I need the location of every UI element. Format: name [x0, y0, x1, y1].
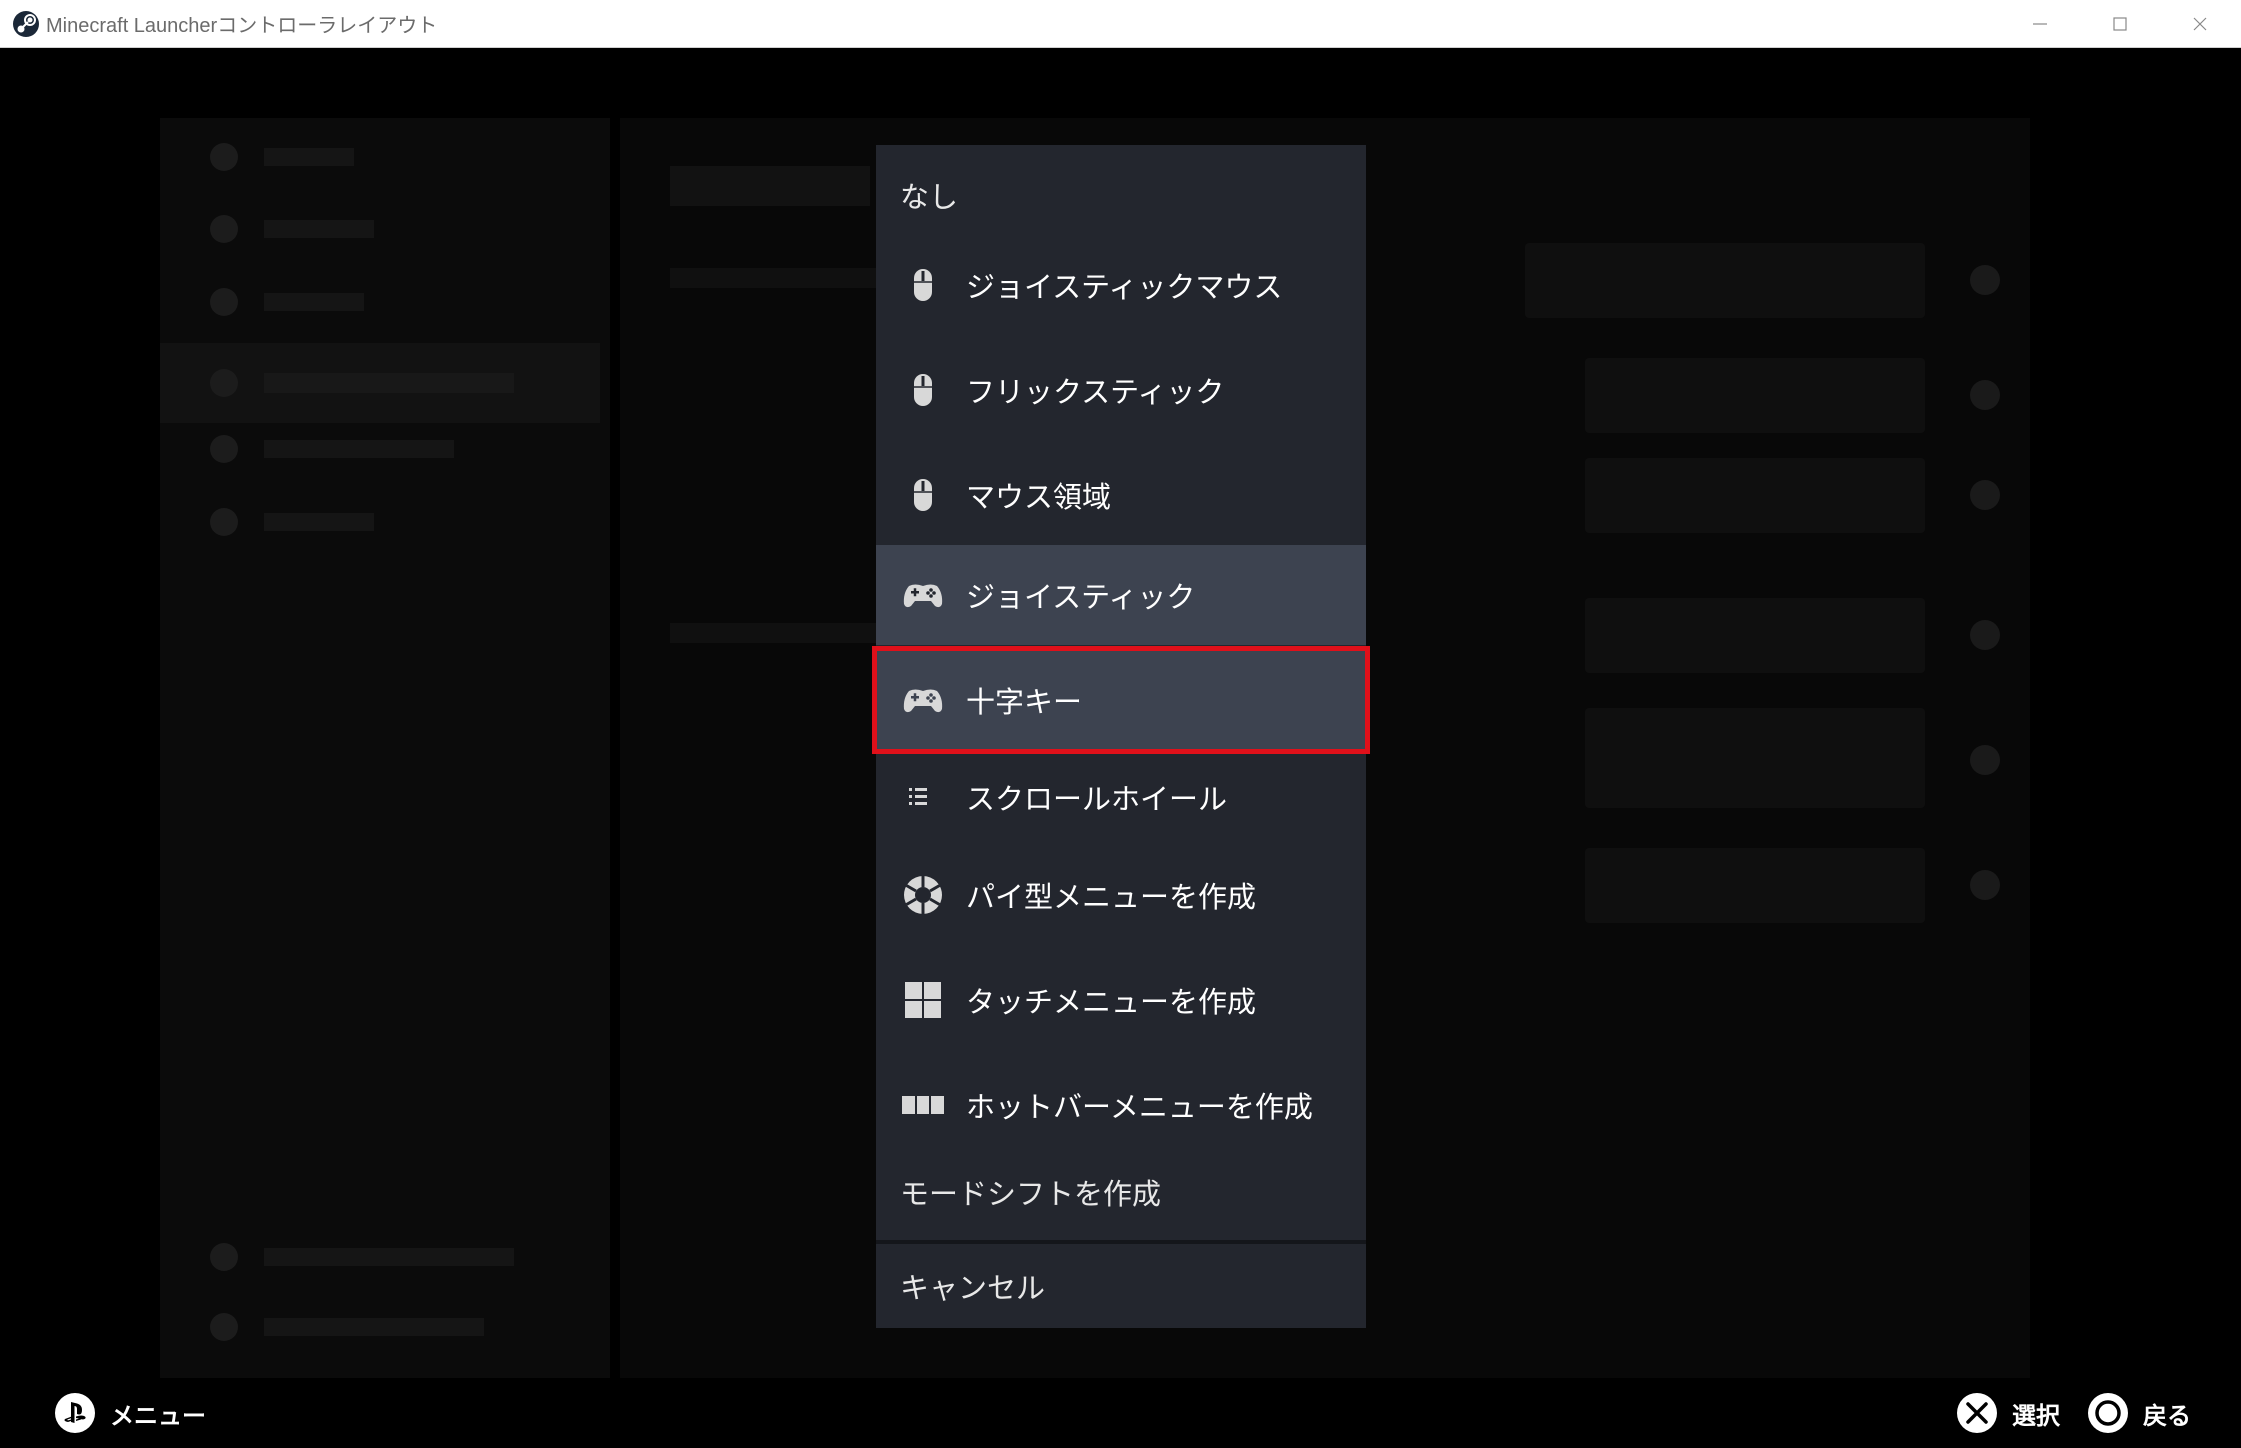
menu-item-label: スクロールホイール — [966, 782, 1228, 816]
background-sidebar-row — [210, 138, 354, 176]
menu-item-create-pie-menu[interactable]: パイ型メニューを作成 — [876, 845, 1366, 945]
bottom-hint-bar: メニュー 選択 戻る — [0, 1378, 2241, 1448]
background-gear — [1970, 265, 2000, 295]
cancel-label: キャンセル — [900, 1271, 1046, 1305]
background-heading — [670, 166, 870, 206]
steam-logo-icon — [13, 10, 39, 37]
background-label — [670, 268, 900, 288]
background-dropdown — [1585, 598, 1925, 673]
menu-item-create-mode-shift[interactable]: モードシフトを作成 — [876, 1147, 1366, 1237]
menu-item-label: マウス領域 — [966, 480, 1112, 514]
background-dropdown — [1585, 458, 1925, 533]
menu-item-create-hotbar-menu[interactable]: ホットバーメニューを作成 — [876, 1055, 1366, 1155]
grid-icon — [900, 977, 946, 1023]
close-button[interactable] — [2160, 0, 2240, 48]
menu-item-joystick-mouse[interactable]: ジョイスティックマウス — [876, 235, 1366, 335]
background-sidebar-row — [210, 1238, 514, 1276]
menu-item-mouse-region[interactable]: マウス領域 — [876, 445, 1366, 545]
title-bar: Minecraft Launcherコントローラレイアウト — [0, 0, 2241, 48]
close-icon — [2193, 17, 2207, 31]
back-hint-label: 戻る — [2143, 1401, 2191, 1430]
menu-item-create-touch-menu[interactable]: タッチメニューを作成 — [876, 950, 1366, 1050]
menu-item-label: ジョイスティック — [966, 580, 1196, 614]
binding-type-menu: なし ジョイスティックマウス フリックスティック マウス領域 ジョイスティック — [872, 145, 1370, 1328]
pie-menu-icon — [900, 872, 946, 918]
controller-layout-window: Minecraft Launcherコントローラレイアウト なし ジョイスティッ… — [0, 0, 2241, 1448]
mouse-icon — [900, 262, 946, 308]
hotbar-icon — [900, 1082, 946, 1128]
playstation-icon — [55, 1393, 95, 1433]
back-hint[interactable]: 戻る — [2087, 1392, 2191, 1434]
menu-hint-label: メニュー — [110, 1401, 206, 1430]
menu-item-label: ジョイスティックマウス — [966, 270, 1283, 304]
background-dropdown — [1585, 848, 1925, 923]
background-sidebar-row — [210, 1308, 484, 1346]
menu-item-label: フリックスティック — [966, 375, 1225, 409]
menu-item-label: 十字キー — [966, 685, 1083, 719]
menu-item-flick-stick[interactable]: フリックスティック — [876, 340, 1366, 440]
maximize-button[interactable] — [2080, 0, 2160, 48]
background-sidebar-row — [210, 283, 364, 321]
circle-button-icon — [2088, 1393, 2128, 1433]
menu-item-dpad[interactable]: 十字キー — [872, 646, 1370, 754]
menu-item-label: なし — [900, 180, 959, 214]
background-sidebar-row — [210, 210, 374, 248]
list-icon — [900, 774, 946, 820]
cancel-button[interactable]: キャンセル — [876, 1244, 1366, 1328]
menu-hint[interactable]: メニュー — [54, 1392, 206, 1434]
background-sidebar-row — [210, 503, 374, 541]
mouse-icon — [900, 367, 946, 413]
menu-item-none[interactable]: なし — [876, 145, 1366, 245]
background-sidebar-row — [160, 343, 600, 423]
menu-item-label: タッチメニューを作成 — [966, 985, 1257, 1019]
background-gear — [1970, 745, 2000, 775]
menu-item-scroll-wheel[interactable]: スクロールホイール — [876, 747, 1366, 847]
maximize-icon — [2113, 17, 2127, 31]
gamepad-icon — [900, 677, 946, 723]
background-dropdown — [1585, 358, 1925, 433]
menu-item-label: ホットバーメニューを作成 — [966, 1090, 1313, 1124]
background-dropdown — [1525, 243, 1925, 318]
background-gear — [1970, 380, 2000, 410]
menu-item-joystick[interactable]: ジョイスティック — [876, 545, 1366, 645]
menu-item-label: モードシフトを作成 — [900, 1177, 1162, 1211]
background-sidebar-row — [210, 430, 454, 468]
gamepad-icon — [900, 572, 946, 618]
minimize-icon — [2033, 23, 2047, 25]
background-gear — [1970, 480, 2000, 510]
cross-button-icon — [1957, 1393, 1997, 1433]
select-hint-label: 選択 — [2012, 1401, 2060, 1430]
select-hint[interactable]: 選択 — [1956, 1392, 2060, 1434]
background-dropdown — [1585, 708, 1925, 808]
background-label — [670, 623, 900, 643]
background-gear — [1970, 620, 2000, 650]
minimize-button[interactable] — [2000, 0, 2080, 48]
menu-item-label: パイ型メニューを作成 — [966, 880, 1257, 914]
mouse-icon — [900, 472, 946, 518]
window-title: Minecraft Launcherコントローラレイアウト — [46, 15, 438, 37]
background-gear — [1970, 870, 2000, 900]
background-sidebar — [160, 118, 610, 1378]
